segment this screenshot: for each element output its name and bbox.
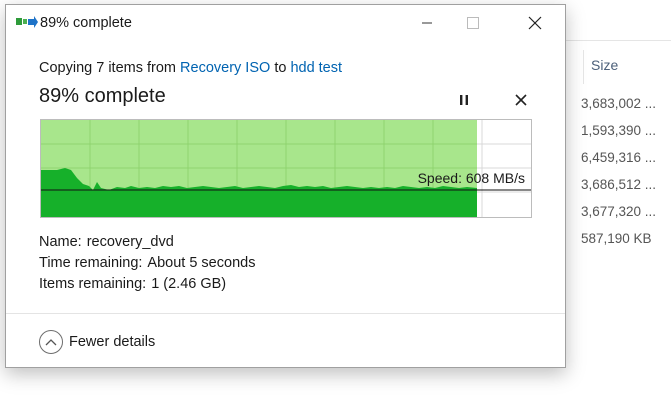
copy-summary: Copying 7 items from Recovery ISO to hdd… bbox=[39, 60, 342, 76]
name-value: recovery_dvd bbox=[86, 234, 174, 250]
window-title: 89% complete bbox=[40, 15, 132, 31]
detail-time-row: Time remaining: About 5 seconds bbox=[39, 255, 255, 271]
name-label: Name: bbox=[39, 234, 82, 250]
size-cell: 3,677,320 ... bbox=[581, 204, 657, 219]
time-remaining-value: About 5 seconds bbox=[147, 255, 256, 271]
destination-link[interactable]: hdd test bbox=[290, 60, 342, 76]
cancel-button[interactable] bbox=[510, 89, 532, 111]
fewer-details-button[interactable]: Fewer details bbox=[39, 330, 155, 354]
size-cell: 6,459,316 ... bbox=[581, 150, 657, 165]
pause-button[interactable] bbox=[453, 89, 475, 111]
copy-icon bbox=[16, 16, 38, 30]
items-remaining-value: 1 (2.46 GB) bbox=[151, 276, 227, 292]
bg-header-divider bbox=[560, 40, 671, 41]
detail-items-row: Items remaining: 1 (2.46 GB) bbox=[39, 276, 226, 292]
size-cell: 587,190 KB bbox=[581, 231, 652, 246]
copy-prefix: Copying 7 items from bbox=[39, 60, 176, 76]
chevron-up-icon bbox=[39, 330, 63, 354]
minimize-icon bbox=[422, 22, 432, 24]
size-cell: 3,683,002 ... bbox=[581, 96, 657, 111]
footer-divider bbox=[6, 313, 565, 314]
time-remaining-label: Time remaining: bbox=[39, 255, 143, 271]
source-link[interactable]: Recovery ISO bbox=[180, 60, 270, 76]
speed-label: Speed: 608 MB/s bbox=[417, 170, 525, 186]
transfer-speed-graph: Speed: 608 MB/s bbox=[40, 119, 532, 218]
close-button[interactable] bbox=[512, 5, 558, 41]
minimize-button[interactable] bbox=[404, 5, 450, 41]
items-remaining-label: Items remaining: bbox=[39, 276, 147, 292]
maximize-icon bbox=[467, 17, 479, 29]
size-cell: 3,686,512 ... bbox=[581, 177, 657, 192]
copy-middle: to bbox=[274, 60, 287, 76]
pause-icon bbox=[460, 95, 468, 105]
detail-name-row: Name: recovery_dvd bbox=[39, 234, 174, 250]
graph-grid-remaining bbox=[477, 120, 531, 217]
cancel-icon bbox=[515, 94, 527, 106]
maximize-button[interactable] bbox=[450, 5, 496, 41]
title-bar[interactable]: 89% complete bbox=[6, 5, 565, 41]
bg-column-divider[interactable] bbox=[583, 50, 584, 84]
size-column-header[interactable]: Size bbox=[591, 57, 618, 73]
close-icon bbox=[528, 16, 542, 30]
fewer-details-label: Fewer details bbox=[69, 334, 156, 350]
progress-headline: 89% complete bbox=[39, 85, 166, 107]
copy-progress-dialog: 89% complete Copying 7 items from Recove… bbox=[5, 4, 566, 368]
speed-graph-svg bbox=[41, 120, 531, 217]
size-cell: 1,593,390 ... bbox=[581, 123, 657, 138]
